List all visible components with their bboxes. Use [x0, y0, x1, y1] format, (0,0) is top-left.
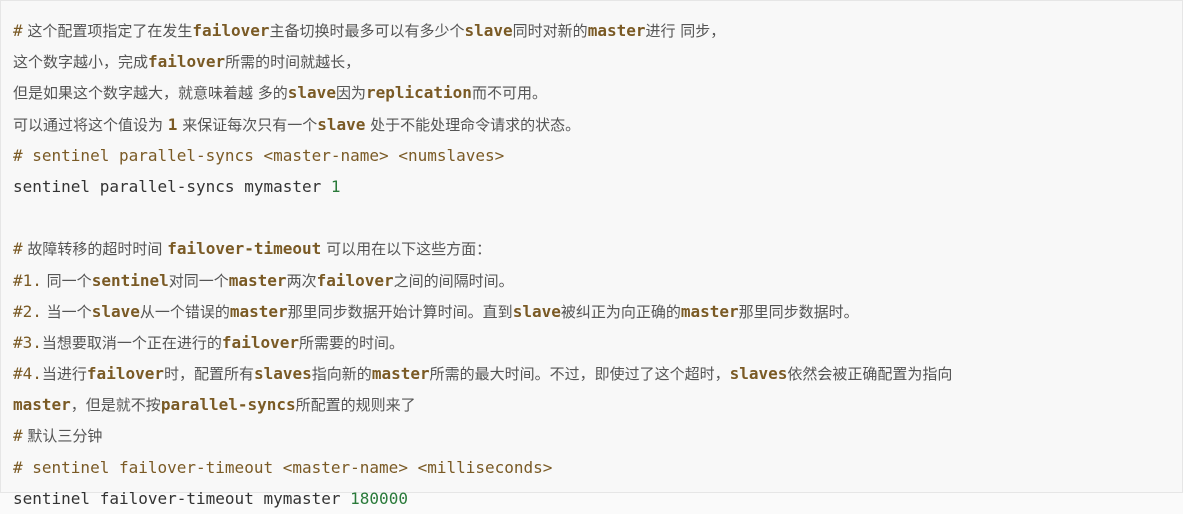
comment-segment: failover-timeout — [167, 239, 322, 259]
comment-segment: 所需的时间就越长， — [225, 53, 361, 72]
comment-line: # 默认三分钟 — [13, 420, 1172, 451]
comment-segment: slave — [91, 301, 140, 321]
comment-segment: 来保证每次只有一个 — [177, 115, 318, 134]
comment-segment: # — [13, 21, 23, 40]
comment-segment: 这个数字越小，完成 — [13, 53, 149, 72]
comment-segment: 那里同步数据时。 — [738, 302, 859, 321]
comment-segment: 之间的间隔时间。 — [393, 271, 514, 290]
comment-segment: 故障转移的超时时间 — [22, 240, 168, 259]
comment-segment: failover — [221, 332, 299, 352]
comment-segment: 进行 同步， — [645, 22, 726, 40]
code-block: # 这个配置项指定了在发生failover主备切换时最多可以有多少个slave同… — [0, 0, 1183, 508]
comment-segment: 可以通过将这个值设为 — [13, 115, 168, 134]
comment-line: 这个数字越小，完成failover所需的时间就越长， — [13, 46, 1172, 77]
comment-segment: 当想要取消一个正在进行的 — [41, 333, 222, 352]
comment-line: #4.当进行failover时，配置所有slaves指向新的master所需的最… — [13, 358, 1172, 389]
comment-segment: 时，配置所有 — [163, 365, 254, 384]
comment-segment: #4. — [13, 364, 42, 384]
config-line: sentinel parallel-syncs mymaster 1 — [13, 171, 1172, 202]
comment-segment: 主备切换时最多可以有多少个 — [269, 22, 465, 40]
comment-segment: 处于不能处理命令请求的状态。 — [365, 115, 581, 134]
comment-segment: master — [228, 270, 287, 290]
comment-segment: master — [587, 21, 646, 40]
comment-segment: slave — [287, 83, 336, 103]
comment-line: #3.当想要取消一个正在进行的failover所需要的时间。 — [13, 327, 1172, 358]
comment-line: #1. 同一个sentinel对同一个master两次failover之间的间隔… — [13, 265, 1172, 296]
comment-segment: #2. — [13, 301, 42, 321]
comment-segment: 当一个 — [41, 302, 92, 321]
comment-segment: #3. — [13, 332, 42, 352]
comment-segment: slave — [317, 114, 366, 134]
comment-segment: # — [13, 239, 23, 259]
comment-segment: 被纠正为向正确的 — [560, 302, 681, 321]
comment-segment: 同一个 — [41, 271, 92, 290]
comment-segment: 因为 — [335, 84, 366, 103]
comment-segment: sentinel — [91, 270, 169, 290]
comment-segment: slaves — [729, 364, 788, 384]
comment-line: 可以通过将这个值设为 1 来保证每次只有一个slave 处于不能处理命令请求的状… — [13, 109, 1172, 140]
comment-segment: 对同一个 — [168, 271, 229, 290]
comment-segment: failover — [148, 52, 226, 72]
comment-segment: 而不可用。 — [471, 84, 547, 103]
comment-segment: # sentinel parallel-syncs <master-name> … — [13, 145, 505, 165]
comment-segment: 1 — [167, 114, 178, 134]
comment-segment: failover — [192, 21, 270, 40]
comment-segment: # sentinel failover-timeout <master-name… — [13, 457, 553, 477]
config-directive: sentinel failover-timeout mymaster — [13, 488, 351, 508]
comment-segment: replication — [365, 83, 472, 103]
comment-segment: #1. — [13, 270, 42, 290]
comment-segment: slave — [464, 21, 513, 40]
comment-segment: 但是如果这个数字越大，就意味着越 多的 — [13, 84, 288, 103]
comment-segment: 可以用在以下这些方面： — [321, 240, 492, 259]
config-value: 1 — [330, 176, 341, 196]
comment-segment: 当进行 — [41, 365, 87, 384]
comment-segment: 从一个错误的 — [139, 302, 230, 321]
comment-segment: master — [13, 395, 71, 415]
comment-segment: failover — [316, 270, 394, 290]
comment-segment: 默认三分钟 — [22, 427, 103, 446]
comment-segment: 所需要的时间。 — [298, 333, 404, 352]
comment-segment: 依然会被正确配置为指向 — [787, 365, 953, 384]
comment-line: # sentinel parallel-syncs <master-name> … — [13, 140, 1172, 171]
comment-line: # 这个配置项指定了在发生failover主备切换时最多可以有多少个slave同… — [13, 15, 1172, 46]
comment-line: # 故障转移的超时时间 failover-timeout 可以用在以下这些方面： — [13, 233, 1172, 264]
comment-line: # sentinel failover-timeout <master-name… — [13, 452, 1172, 483]
comment-segment: master — [371, 364, 430, 384]
comment-line: master，但是就不按parallel-syncs所配置的规则来了 — [13, 389, 1172, 420]
comment-segment: parallel-syncs — [160, 395, 296, 415]
comment-segment: slave — [512, 301, 561, 321]
config-line: sentinel failover-timeout mymaster 18000… — [13, 483, 1172, 514]
comment-segment: 这个配置项指定了在发生 — [22, 22, 193, 40]
comment-segment: # — [13, 426, 23, 446]
comment-segment: ，但是就不按 — [70, 396, 161, 415]
comment-line: #2. 当一个slave从一个错误的master那里同步数据开始计算时间。直到s… — [13, 296, 1172, 327]
comment-segment: 同时对新的 — [512, 22, 588, 40]
comment-segment: 两次 — [286, 271, 317, 290]
comment-segment: failover — [86, 364, 164, 384]
config-directive: sentinel parallel-syncs mymaster — [13, 176, 331, 196]
config-value: 180000 — [350, 488, 408, 508]
comment-segment: master — [229, 301, 288, 321]
comment-line: 但是如果这个数字越大，就意味着越 多的slave因为replication而不可… — [13, 77, 1172, 108]
comment-segment: master — [680, 301, 739, 321]
comment-segment: 所需的最大时间。不过，即使过了这个超时， — [429, 365, 730, 384]
comment-segment: slaves — [254, 364, 312, 384]
comment-segment: 指向新的 — [311, 365, 372, 384]
comment-segment: 所配置的规则来了 — [295, 396, 416, 415]
comment-segment: 那里同步数据开始计算时间。直到 — [287, 302, 513, 321]
